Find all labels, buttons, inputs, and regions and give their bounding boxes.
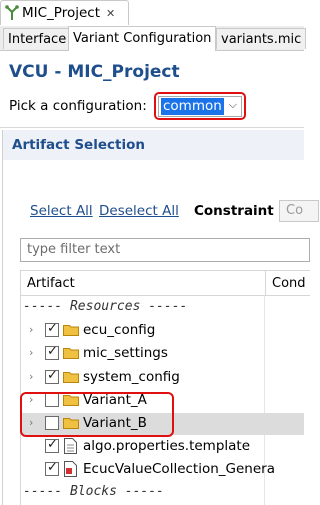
tree-row-mic-settings[interactable]: › ✓ mic_settings — [21, 343, 304, 365]
column-header-artifact[interactable]: Artifact — [27, 276, 75, 291]
tree-row-label: ecu_config — [83, 322, 156, 338]
pick-configuration-label: Pick a configuration: — [9, 98, 147, 114]
checkbox[interactable]: ✓ — [45, 437, 59, 453]
file-icon — [64, 438, 77, 454]
section-border — [2, 130, 3, 505]
page-title: VCU - MIC_Project — [9, 62, 180, 82]
folder-icon — [63, 348, 79, 359]
checkbox[interactable]: ✓ — [45, 321, 59, 337]
close-icon[interactable]: ✕ — [106, 7, 115, 20]
tree-row-ecuc-value-collection[interactable]: ✓ EcucValueCollection_Genera — [21, 459, 304, 481]
editor-tab[interactable]: MIC_Project ✕ — [0, 0, 129, 25]
tree-row-label: algo.properties.template — [83, 438, 251, 454]
editor-tab-bar: MIC_Project ✕ — [0, 0, 304, 26]
editor-tab-title: MIC_Project — [22, 5, 100, 21]
xml-file-icon — [64, 461, 77, 477]
tree-row-label: system_config — [83, 369, 180, 385]
tree-row-algo-properties[interactable]: ✓ algo.properties.template — [21, 436, 304, 458]
constraint-label: Constraint : — [194, 203, 284, 219]
group-blocks: ----- Blocks ----- — [23, 484, 164, 499]
folder-icon — [63, 372, 79, 383]
highlight-box-variants — [20, 392, 174, 437]
expand-chevron-icon[interactable]: › — [29, 346, 33, 359]
check-icon: ✓ — [47, 321, 58, 336]
tree-header: Artifact Cond — [20, 270, 310, 296]
check-icon: ✓ — [47, 437, 58, 452]
check-icon: ✓ — [47, 460, 58, 475]
highlight-box-configuration — [154, 92, 246, 120]
tree-row-ecu-config[interactable]: › ✓ ecu_config — [21, 320, 304, 342]
column-separator[interactable] — [265, 271, 266, 295]
tab-variants-mic[interactable]: variants.mic — [216, 28, 307, 49]
project-icon — [5, 5, 19, 20]
checkbox[interactable]: ✓ — [45, 460, 59, 476]
constraint-field[interactable]: Co — [279, 200, 319, 222]
header-divider — [0, 127, 304, 128]
checkbox[interactable]: ✓ — [45, 368, 59, 384]
tree-row-system-config[interactable]: › ✓ system_config — [21, 367, 304, 389]
deselect-all-link[interactable]: Deselect All — [99, 203, 179, 219]
section-title: Artifact Selection — [12, 137, 145, 153]
tab-variant-configuration[interactable]: Variant Configuration — [68, 26, 217, 51]
expand-chevron-icon[interactable]: › — [29, 370, 33, 383]
select-all-link[interactable]: Select All — [30, 203, 93, 219]
checkbox[interactable]: ✓ — [45, 344, 59, 360]
group-resources: ----- Resources ----- — [23, 299, 188, 314]
tab-interface[interactable]: Interface — [3, 28, 72, 49]
folder-icon — [63, 325, 79, 336]
column-header-condition[interactable]: Cond — [272, 276, 306, 291]
expand-chevron-icon[interactable]: › — [29, 323, 33, 336]
filter-input[interactable]: type filter text — [20, 238, 310, 262]
check-icon: ✓ — [47, 344, 58, 359]
page-tabs: Interface Variant Configuration variants… — [0, 26, 307, 51]
check-icon: ✓ — [47, 368, 58, 383]
tree-row-label: mic_settings — [83, 345, 168, 361]
tree-row-label: EcucValueCollection_Genera — [83, 461, 275, 477]
